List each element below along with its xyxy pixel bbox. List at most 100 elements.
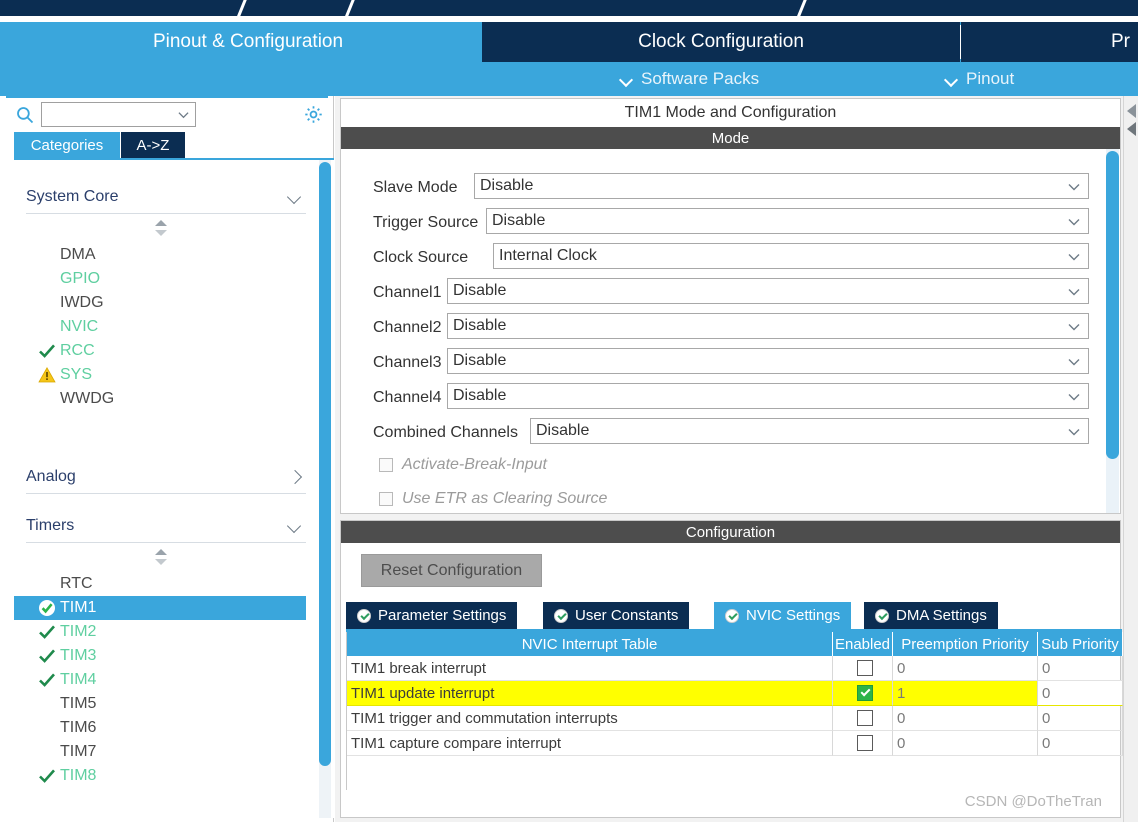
tab-user-constants[interactable]: User Constants — [543, 602, 690, 629]
cell-preemption-priority[interactable]: 0 — [893, 731, 1038, 756]
tree-item-nvic[interactable]: NVIC — [26, 315, 306, 339]
select-trigger-source[interactable]: Disable — [486, 208, 1089, 234]
cubemx-window: Pinout & Configuration Clock Configurati… — [0, 0, 1138, 822]
table-row[interactable]: TIM1 break interrupt 0 0 — [347, 656, 1123, 681]
chevron-down-icon — [1068, 254, 1080, 261]
check-icon — [39, 769, 55, 783]
group-label: Timers — [26, 516, 75, 534]
tab-pinout-configuration[interactable]: Pinout & Configuration — [14, 22, 482, 62]
checkbox-label: Activate-Break-Input — [402, 456, 547, 473]
tree-item-tim6[interactable]: TIM6 — [26, 716, 306, 740]
cell-sub-priority[interactable]: 0 — [1038, 681, 1123, 706]
tree-item-tim2[interactable]: TIM2 — [26, 620, 306, 644]
tab-a-to-z[interactable]: A->Z — [121, 132, 185, 158]
chevron-down-icon — [1068, 289, 1080, 296]
tab-label: A->Z — [136, 136, 170, 154]
collapse-arrows-icon[interactable] — [1124, 102, 1138, 142]
check-icon — [39, 344, 55, 358]
cell-preemption-priority[interactable]: 0 — [893, 706, 1038, 731]
tree-item-rcc[interactable]: RCC — [26, 339, 306, 363]
tree-item-tim4[interactable]: TIM4 — [26, 668, 306, 692]
tree-item-rtc[interactable]: RTC — [26, 572, 306, 596]
search-row — [0, 100, 334, 130]
table-row[interactable]: TIM1 capture compare interrupt 0 0 — [347, 731, 1123, 756]
enabled-checkbox-icon[interactable] — [856, 660, 873, 676]
tree-item-tim7[interactable]: TIM7 — [26, 740, 306, 764]
tab-categories[interactable]: Categories — [14, 132, 120, 158]
watermark: CSDN @DoTheTran — [964, 793, 1102, 810]
search-icon[interactable] — [16, 106, 34, 124]
search-input[interactable] — [41, 102, 196, 127]
cell-sub-priority[interactable]: 0 — [1038, 731, 1123, 756]
panel-scrollbar-track[interactable] — [1123, 96, 1138, 822]
tab-parameter-settings[interactable]: Parameter Settings — [346, 602, 518, 629]
select-channel4[interactable]: Disable — [447, 383, 1089, 409]
select-channel3[interactable]: Disable — [447, 348, 1089, 374]
tree-item-label: TIM4 — [60, 671, 97, 688]
select-slave-mode[interactable]: Disable — [474, 173, 1089, 199]
chevron-down-icon[interactable] — [178, 111, 189, 119]
column-header-preemption: Preemption Priority — [893, 632, 1038, 656]
cell-sub-priority[interactable]: 0 — [1038, 706, 1123, 731]
table-row[interactable]: TIM1 update interrupt 1 0 — [347, 681, 1123, 706]
group-header-analog[interactable]: Analog — [26, 460, 306, 494]
tree-item-iwdg[interactable]: IWDG — [26, 291, 306, 315]
tab-nvic-settings[interactable]: NVIC Settings — [714, 602, 852, 629]
enabled-checkbox-icon[interactable] — [856, 685, 873, 701]
cell-sub-priority[interactable]: 0 — [1038, 656, 1123, 681]
cell-enabled[interactable] — [833, 731, 893, 756]
tab-dma-settings[interactable]: DMA Settings — [864, 602, 998, 629]
table-header-row: NVIC Interrupt Table Enabled Preemption … — [347, 632, 1123, 656]
gear-icon[interactable] — [303, 104, 324, 125]
checkbox-label: Use ETR as Clearing Source — [402, 490, 608, 507]
select-value: Internal Clock — [499, 247, 597, 264]
cell-interrupt-name: TIM1 break interrupt — [347, 656, 833, 681]
tree-item-wwdg[interactable]: WWDG — [26, 387, 306, 411]
group-label: Analog — [26, 467, 76, 485]
select-clock-source[interactable]: Internal Clock — [493, 243, 1089, 269]
enabled-checkbox-icon[interactable] — [856, 710, 873, 726]
cell-interrupt-name: TIM1 capture compare interrupt — [347, 731, 833, 756]
menu-software-packs[interactable]: Software Packs — [620, 62, 759, 96]
tree-item-tim5[interactable]: TIM5 — [26, 692, 306, 716]
tab-project-manager[interactable]: Pr — [961, 22, 1138, 62]
cell-preemption-priority[interactable]: 1 — [893, 681, 1038, 706]
cell-enabled[interactable] — [833, 656, 893, 681]
check-badge-icon — [357, 608, 371, 623]
tab-clock-configuration[interactable]: Clock Configuration — [482, 22, 960, 62]
scroll-spinner[interactable] — [155, 220, 169, 236]
reset-configuration-button[interactable]: Reset Configuration — [361, 554, 542, 587]
mode-scrollbar-thumb[interactable] — [1106, 151, 1119, 459]
tree-item-tim1[interactable]: TIM1 — [14, 596, 306, 620]
tree-item-label: TIM1 — [60, 599, 97, 616]
group-header-system-core[interactable]: System Core — [26, 180, 306, 214]
enabled-checkbox-icon[interactable] — [856, 735, 873, 751]
tree-item-dma[interactable]: DMA — [26, 243, 306, 267]
group-header-timers[interactable]: Timers — [26, 509, 306, 543]
tree-item-gpio[interactable]: GPIO — [26, 267, 306, 291]
sidebar-scrollbar-thumb[interactable] — [319, 162, 331, 766]
select-channel2[interactable]: Disable — [447, 313, 1089, 339]
cell-preemption-priority[interactable]: 0 — [893, 656, 1038, 681]
checkbox-activate-break-input[interactable]: Activate-Break-Input — [379, 454, 547, 476]
select-combined-channels[interactable]: Disable — [530, 418, 1089, 444]
check-badge-icon — [875, 608, 889, 623]
tree-item-tim8[interactable]: TIM8 — [26, 764, 306, 788]
cell-enabled[interactable] — [833, 681, 893, 706]
label-clock-source: Clock Source — [373, 249, 469, 266]
table-row[interactable]: TIM1 trigger and commutation interrupts … — [347, 706, 1123, 731]
tab-label: Clock Configuration — [638, 31, 804, 52]
menu-pinout[interactable]: Pinout — [945, 62, 1014, 96]
group-label: System Core — [26, 187, 119, 205]
label-channel1: Channel1 — [373, 284, 442, 301]
cell-enabled[interactable] — [833, 706, 893, 731]
spinner-down-icon — [155, 559, 167, 565]
select-channel1[interactable]: Disable — [447, 278, 1089, 304]
tree-item-sys[interactable]: SYS — [26, 363, 306, 387]
checkbox-use-etr-clearing-source[interactable]: Use ETR as Clearing Source — [379, 488, 607, 510]
scroll-spinner[interactable] — [155, 549, 169, 565]
tab-label: User Constants — [575, 607, 679, 624]
mode-card: TIM1 Mode and Configuration Mode Slave M… — [340, 98, 1121, 514]
tree-item-tim3[interactable]: TIM3 — [26, 644, 306, 668]
chevron-down-icon — [1068, 184, 1080, 191]
